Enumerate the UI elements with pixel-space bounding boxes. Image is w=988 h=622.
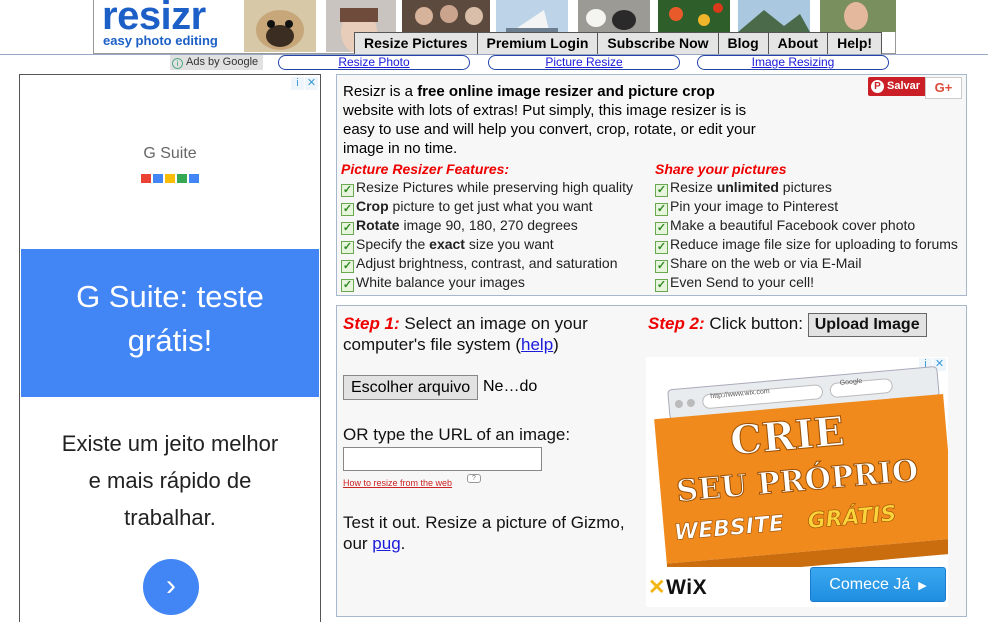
nav-about[interactable]: About xyxy=(768,32,829,54)
gsuite-app-icons xyxy=(20,170,320,188)
features-box: Resizr is a free online image resizer an… xyxy=(336,74,967,296)
ad-link-image-resizing[interactable]: Image Resizing xyxy=(697,55,889,70)
pinterest-icon: P xyxy=(871,80,884,93)
step1-instruction: Step 1: Select an image on your computer… xyxy=(343,314,588,354)
url-label: OR type the URL of an image: xyxy=(343,425,571,444)
how-to-resize-link[interactable]: How to resize from the web xyxy=(343,478,452,488)
gsuite-body-line2: e mais rápido de xyxy=(88,468,252,493)
share-buttons: P Salvar G+ xyxy=(868,77,962,99)
header: resizr easy photo editing Resize Picture… xyxy=(93,0,896,54)
main-nav: Resize Pictures Premium Login Subscribe … xyxy=(354,32,883,54)
file-name: Ne…do xyxy=(483,378,538,395)
crown-icon: ✕ xyxy=(648,576,667,599)
wix-ad-graphic: http://www.wix.com Google CRIE SEU PRÓPR… xyxy=(654,366,948,567)
nav-blog[interactable]: Blog xyxy=(718,32,769,54)
share-item: ✓ Pin your image to Pinterest xyxy=(655,198,839,216)
nav-premium-login[interactable]: Premium Login xyxy=(477,32,599,54)
feature-item: ✓ Specify the exact size you want xyxy=(341,236,554,254)
share-item: ✓ Resize unlimited pictures xyxy=(655,179,832,197)
gsuite-ad[interactable]: i ✕ G Suite G Suite: teste grátis! Existe… xyxy=(19,74,321,622)
gsuite-headline-line2: grátis! xyxy=(127,323,213,358)
checkmark-icon: ✓ xyxy=(341,222,354,235)
nav-subscribe-now[interactable]: Subscribe Now xyxy=(598,32,719,54)
ads-by-label: Ads by Google xyxy=(186,56,259,68)
ads-by-google[interactable]: i Ads by Google xyxy=(170,55,264,70)
checkmark-icon: ✓ xyxy=(655,184,668,197)
checkmark-icon: ✓ xyxy=(655,203,668,216)
features-list: ✓ Resize Pictures while preserving high q… xyxy=(341,178,633,292)
pug-link[interactable]: pug xyxy=(372,534,400,553)
share-item: ✓ Share on the web or via E-Mail xyxy=(655,255,862,273)
logo-tagline: easy photo editing xyxy=(103,33,218,48)
gsuite-headline-box: G Suite: teste grátis! xyxy=(21,249,319,397)
nav-resize-pictures[interactable]: Resize Pictures xyxy=(354,32,478,54)
ad-choices[interactable]: i ✕ xyxy=(290,77,318,90)
image-url-input[interactable] xyxy=(343,447,542,471)
checkmark-icon: ✓ xyxy=(341,279,354,292)
checkmark-icon: ✓ xyxy=(341,241,354,254)
speech-bubble-icon[interactable]: ? xyxy=(467,474,481,483)
help-link[interactable]: help xyxy=(521,335,553,354)
checkmark-icon: ✓ xyxy=(655,241,668,254)
ad-link-resize-photo[interactable]: Resize Photo xyxy=(278,55,470,70)
share-item: ✓ Reduce image file size for uploading to… xyxy=(655,236,958,254)
pinterest-save-button[interactable]: P Salvar xyxy=(868,77,926,96)
gsuite-brand: G Suite xyxy=(143,145,197,162)
play-icon: ▶ xyxy=(918,580,927,592)
ad-link-bar: i Ads by Google Resize Photo Picture Resi… xyxy=(0,55,988,71)
gsuite-next-button[interactable]: › xyxy=(143,559,199,615)
wix-logo: ✕WiX xyxy=(648,576,708,599)
share-item: ✓ Even Send to your cell! xyxy=(655,274,814,292)
wix-line1: CRIE xyxy=(728,408,846,465)
wix-ad[interactable]: i ✕ http://www.wix.com Google CRIE SEU PR… xyxy=(646,357,948,607)
features-title: Picture Resizer Features: xyxy=(341,161,510,177)
info-icon: i xyxy=(172,58,183,69)
close-ad-icon[interactable]: ✕ xyxy=(305,77,318,90)
share-title: Share your pictures xyxy=(655,161,787,177)
adchoices-icon[interactable]: i xyxy=(291,77,304,90)
upload-image-button[interactable]: Upload Image xyxy=(807,313,927,337)
share-list: ✓ Resize unlimited pictures ✓ Pin your ima… xyxy=(655,178,958,292)
feature-item: ✓ Adjust brightness, contrast, and satura… xyxy=(341,255,618,273)
comece-ja-button[interactable]: Comece Já ▶ xyxy=(810,567,946,602)
page: resizr easy photo editing Resize Picture… xyxy=(0,0,988,622)
intro-text: Resizr is a free online image resizer an… xyxy=(343,83,756,157)
gsuite-body: Existe um jeito melhor e mais rápido de … xyxy=(20,425,320,536)
step2-instruction: Step 2: Click button: Upload Image xyxy=(648,313,927,337)
feature-item: ✓ Rotate image 90, 180, 270 degrees xyxy=(341,217,578,235)
feature-item: ✓ Crop picture to get just what you want xyxy=(341,198,593,216)
nav-help[interactable]: Help! xyxy=(828,32,883,54)
checkmark-icon: ✓ xyxy=(655,260,668,273)
checkmark-icon: ✓ xyxy=(341,260,354,273)
google-plus-button[interactable]: G+ xyxy=(925,77,962,99)
gsuite-headline: G Suite: teste grátis! xyxy=(21,275,319,363)
share-item: ✓ Make a beautiful Facebook cover photo xyxy=(655,217,916,235)
feature-item: ✓ Resize Pictures while preserving high q… xyxy=(341,179,634,197)
checkmark-icon: ✓ xyxy=(341,184,354,197)
choose-file-button[interactable]: Escolher arquivo xyxy=(343,375,479,400)
gsuite-body-line1: Existe um jeito melhor xyxy=(61,431,279,456)
gsuite-body-line3: trabalhar. xyxy=(124,505,216,530)
feature-item: ✓ White balance your images xyxy=(341,274,525,292)
checkmark-icon: ✓ xyxy=(655,279,668,292)
gsuite-headline-line1: G Suite: teste xyxy=(76,279,264,314)
test-instruction: Test it out. Resize a picture of Gizmo, … xyxy=(343,513,625,553)
ad-link-picture-resize[interactable]: Picture Resize xyxy=(488,55,680,70)
checkmark-icon: ✓ xyxy=(655,222,668,235)
checkmark-icon: ✓ xyxy=(341,203,354,216)
